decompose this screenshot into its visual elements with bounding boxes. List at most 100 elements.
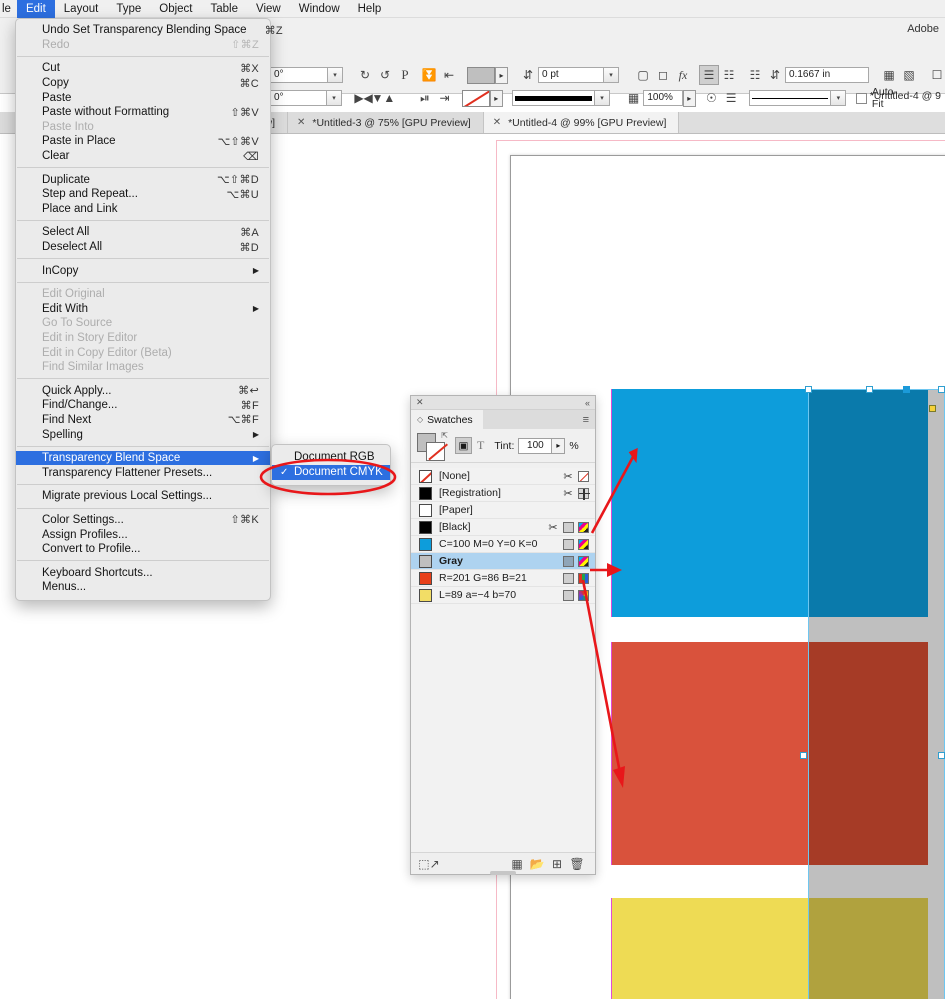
menu-item-object[interactable]: Object [150, 0, 201, 18]
tab-swatches[interactable]: ◇ Swatches [411, 410, 483, 429]
show-all-swatches-icon[interactable]: ⬚↗ [419, 855, 439, 873]
menu-keyboard-shortcuts[interactable]: Keyboard Shortcuts... [16, 565, 270, 580]
selection-handle-top-right[interactable] [903, 386, 910, 393]
menu-cut[interactable]: Cut ⌘X [16, 61, 270, 76]
stroke-weight-dropdown-icon[interactable]: ▾ [604, 67, 619, 83]
selection-handle-top-center[interactable] [866, 386, 873, 393]
submenu-document-rgb[interactable]: Document RGB [272, 449, 390, 465]
new-swatch-icon[interactable]: ⊞ [547, 855, 567, 873]
close-icon[interactable]: ✕ [493, 117, 501, 128]
edit-menu-dropdown[interactable]: Undo Set Transparency Blending Space ⌘Z … [15, 18, 271, 601]
scale-constrain-icon[interactable]: ▦ [624, 88, 644, 108]
menu-item-edit[interactable]: Edit [17, 0, 55, 18]
document-tab-untitled-3[interactable]: ✕ *Untitled-3 @ 75% [GPU Preview] [288, 112, 484, 133]
transparency-blend-space-submenu[interactable]: Document RGB ✓ Document CMYK [271, 444, 391, 486]
stroke-dropdown-arrow[interactable]: ▸ [490, 90, 503, 107]
menu-paste-without-formatting[interactable]: Paste without Formatting ⇧⌘V [16, 105, 270, 120]
rotate-counterclockwise-icon[interactable]: ↺ [375, 65, 395, 85]
corner-options-icon[interactable]: ▢ [633, 65, 653, 85]
menu-deselect-all[interactable]: Deselect All ⌘D [16, 240, 270, 255]
menu-spelling[interactable]: Spelling ▶ [16, 427, 270, 442]
auto-fit-checkbox[interactable] [856, 93, 867, 104]
menu-assign-profiles[interactable]: Assign Profiles... [16, 527, 270, 542]
rotation-dropdown-icon[interactable]: ▾ [328, 67, 343, 83]
new-color-group-icon[interactable]: ▦ [507, 855, 527, 873]
document-tab-untitled-4[interactable]: ✕ *Untitled-4 @ 99% [GPU Preview] [484, 112, 680, 133]
menu-undo[interactable]: Undo Set Transparency Blending Space ⌘Z [16, 23, 270, 38]
shear-angle-field[interactable]: 0° [270, 90, 327, 106]
rotation-angle-field[interactable]: 0° [270, 67, 328, 83]
menu-color-settings[interactable]: Color Settings... ⇧⌘K [16, 513, 270, 528]
menu-item-table[interactable]: Table [202, 0, 248, 18]
menu-transparency-flattener-presets[interactable]: Transparency Flattener Presets... [16, 465, 270, 480]
menu-paste-in-place[interactable]: Paste in Place ⌥⇧⌘V [16, 134, 270, 149]
menu-find-next[interactable]: Find Next ⌥⌘F [16, 413, 270, 428]
fit-frame-to-content-icon[interactable]: ☐ [927, 65, 945, 85]
menu-paste[interactable]: Paste [16, 90, 270, 105]
align-center-text-icon[interactable]: ☷ [719, 65, 739, 85]
gap-value-field[interactable]: 0.1667 in [785, 67, 869, 83]
menu-transparency-blend-space[interactable]: Transparency Blend Space ▶ [16, 451, 270, 466]
align-bottom-text-icon[interactable]: ☰ [721, 88, 741, 108]
menu-step-and-repeat[interactable]: Step and Repeat... ⌥⌘U [16, 187, 270, 202]
shear-dropdown-icon[interactable]: ▾ [327, 90, 342, 106]
swatch-row-none[interactable]: [None] ✂ [411, 468, 595, 485]
gap-stepper-icon[interactable]: ⇵ [765, 65, 785, 85]
menu-migrate-previous-local-settings[interactable]: Migrate previous Local Settings... [16, 489, 270, 504]
menu-clear[interactable]: Clear ⌫ [16, 149, 270, 164]
stroke-weight-field[interactable]: 0 pt [538, 67, 604, 83]
gap-tool-icon[interactable]: ☷ [745, 65, 765, 85]
stroke-style-preview[interactable] [512, 90, 595, 106]
collapse-icon[interactable]: « [585, 398, 590, 408]
fill-color-swatch[interactable] [467, 67, 495, 84]
menu-item-layout[interactable]: Layout [55, 0, 108, 18]
fill-dropdown-arrow[interactable]: ▸ [495, 67, 508, 84]
menu-item-window[interactable]: Window [290, 0, 349, 18]
swatch-row-paper[interactable]: [Paper] [411, 502, 595, 519]
rotate-clockwise-icon[interactable]: ↻ [355, 65, 375, 85]
swatch-row-registration[interactable]: [Registration] ✂ [411, 485, 595, 502]
tint-dropdown-arrow[interactable]: ▸ [552, 438, 565, 454]
menu-item-help[interactable]: Help [349, 0, 391, 18]
menu-find-change[interactable]: Find/Change... ⌘F [16, 398, 270, 413]
text-wrap-right-icon[interactable]: ⇥ [435, 88, 455, 108]
swap-fill-stroke-icon[interactable]: ⇱ [441, 431, 448, 440]
menu-item-type[interactable]: Type [107, 0, 150, 18]
selection-handle-middle-left[interactable] [800, 752, 807, 759]
scale-dropdown-arrow[interactable]: ▸ [683, 90, 696, 107]
scale-percent-field[interactable]: 100% [643, 90, 682, 106]
swatches-panel[interactable]: ✕ « ◇ Swatches ≡ ⇱ ▣ T Tint: 100 ▸ % [410, 395, 596, 875]
text-wrap-left-icon[interactable]: ⇤ [439, 65, 459, 85]
menu-select-all[interactable]: Select All ⌘A [16, 225, 270, 240]
frame-fitting-dropdown-icon[interactable]: ▾ [831, 90, 846, 106]
fill-frame-proportionally-icon[interactable]: ▧ [899, 65, 919, 85]
selection-handle-middle-right[interactable] [938, 752, 945, 759]
fill-stroke-proxy[interactable]: ⇱ [417, 433, 447, 459]
swatch-list[interactable]: [None] ✂ [Registration] ✂ [411, 468, 595, 852]
align-bottom-icon[interactable]: ⏯ [415, 88, 435, 108]
align-center-vertical-icon[interactable]: ☉ [702, 88, 722, 108]
swatch-row-lab[interactable]: L=89 a=−4 b=70 [411, 587, 595, 604]
menu-item-view[interactable]: View [247, 0, 290, 18]
new-swatch-folder-icon[interactable]: 📂 [527, 855, 547, 873]
align-left-text-icon[interactable]: ☰ [699, 65, 719, 85]
menu-copy[interactable]: Copy ⌘C [16, 76, 270, 91]
tint-input[interactable]: 100 [518, 438, 552, 454]
panel-resize-grip[interactable] [490, 871, 516, 875]
fit-content-proportionally-icon[interactable]: ▦ [879, 65, 899, 85]
effects-fx-icon[interactable]: fx [673, 65, 693, 85]
format-affects-text-icon[interactable]: T [477, 438, 484, 453]
menu-item-file[interactable]: le [0, 0, 17, 18]
format-affects-container-icon[interactable]: ▣ [455, 437, 472, 454]
selection-handle-top-left[interactable] [805, 386, 812, 393]
swatch-row-cyan[interactable]: C=100 M=0 Y=0 K=0 [411, 536, 595, 553]
menu-quick-apply[interactable]: Quick Apply... ⌘↩ [16, 383, 270, 398]
panel-menu-icon[interactable]: ≡ [583, 410, 595, 429]
frame-fitting-preview[interactable] [749, 90, 832, 106]
swatch-row-gray[interactable]: Gray [411, 553, 595, 570]
menu-edit-with[interactable]: Edit With ▶ [16, 302, 270, 317]
menu-menus[interactable]: Menus... [16, 580, 270, 595]
swatch-row-black[interactable]: [Black] ✂ [411, 519, 595, 536]
submenu-document-cmyk[interactable]: ✓ Document CMYK [272, 465, 390, 481]
close-icon[interactable]: ✕ [297, 117, 305, 128]
